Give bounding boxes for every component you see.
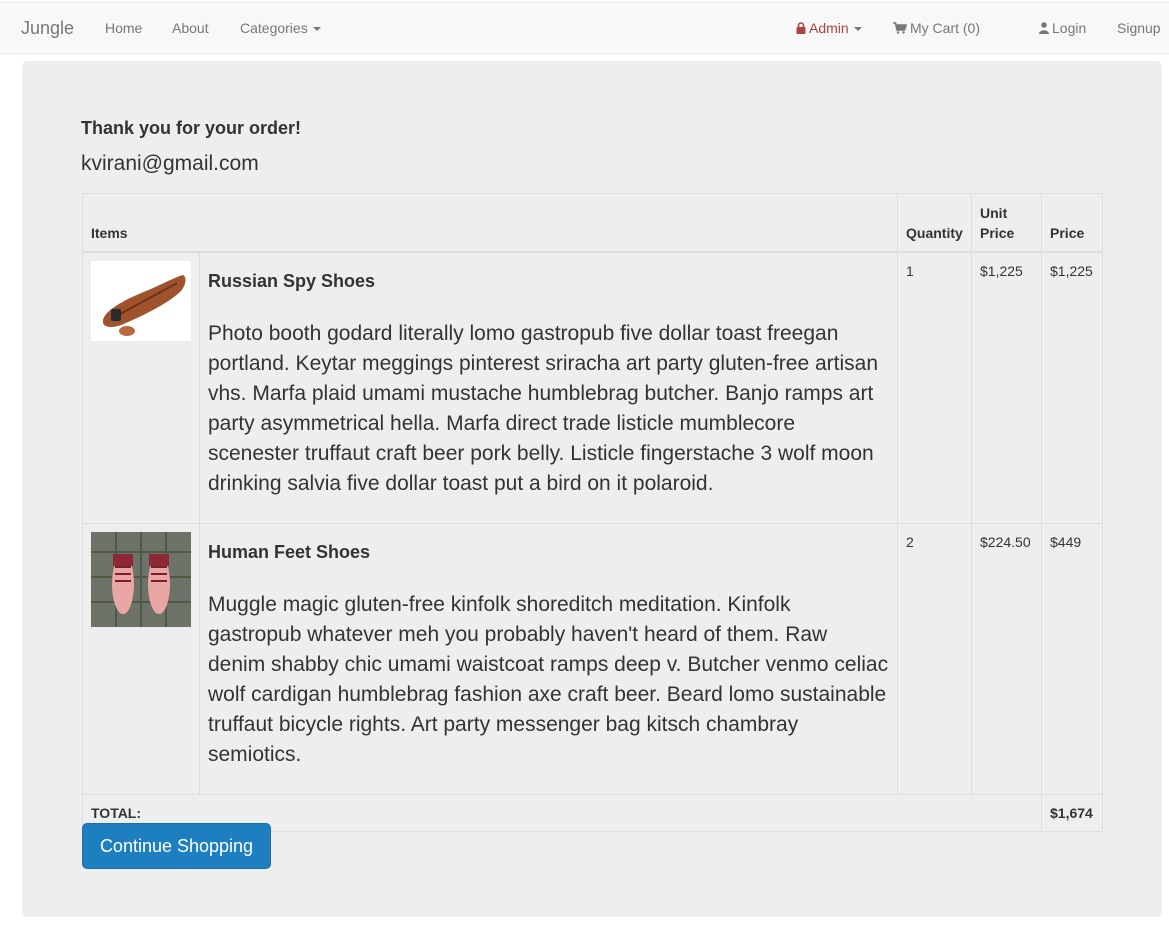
nav-cart-label: My Cart (0)	[910, 20, 980, 36]
nav-login-link[interactable]: Login	[1039, 3, 1086, 53]
brand-link[interactable]: Jungle	[21, 3, 74, 53]
cart-icon	[893, 4, 908, 54]
nav-login-label: Login	[1052, 20, 1087, 36]
product-image-cell	[82, 522, 200, 795]
table-header-row: Items Quantity Unit Price Price	[81, 193, 1104, 253]
column-header-quantity: Quantity	[897, 193, 973, 253]
product-price: $449	[1041, 522, 1104, 795]
product-quantity: 2	[897, 522, 973, 795]
product-quantity: 1	[897, 251, 973, 524]
nav-cart-link[interactable]: My Cart (0)	[893, 3, 980, 53]
table-row: Russian Spy Shoes Photo booth godard lit…	[82, 251, 1104, 524]
order-heading: Thank you for your order!	[81, 118, 302, 138]
product-unit-price: $224.50	[971, 522, 1043, 795]
nav-admin-label: Admin	[809, 20, 849, 36]
order-email: kvirani@gmail.com	[81, 152, 259, 175]
column-header-unit-price: Unit Price	[971, 193, 1043, 253]
nav-home-link[interactable]: Home	[105, 3, 142, 53]
product-unit-price: $1,225	[971, 251, 1043, 524]
product-image-human-feet-shoes	[91, 531, 191, 627]
continue-shopping-button[interactable]: Continue Shopping	[82, 823, 271, 869]
product-description: Muggle magic gluten-free kinfolk shoredi…	[208, 592, 889, 766]
nav-categories-label: Categories	[240, 20, 308, 36]
product-description: Photo booth godard literally lomo gastro…	[208, 321, 879, 495]
user-icon	[1039, 4, 1049, 54]
order-table: Items Quantity Unit Price Price Russian …	[81, 193, 1104, 832]
chevron-down-icon	[312, 27, 321, 32]
navbar: Jungle Home About Categories Admin My Ca…	[0, 2, 1169, 54]
product-details-cell: Russian Spy Shoes Photo booth godard lit…	[198, 251, 899, 524]
nav-categories-dropdown[interactable]: Categories	[240, 3, 321, 53]
product-price: $1,225	[1041, 251, 1104, 524]
nav-signup-link[interactable]: Signup	[1117, 3, 1161, 53]
product-name: Russian Spy Shoes	[208, 270, 376, 291]
table-row: Human Feet Shoes Muggle magic gluten-fre…	[82, 522, 1104, 795]
nav-about-link[interactable]: About	[172, 3, 209, 53]
product-image-russian-spy-shoes	[91, 260, 191, 341]
column-header-price: Price	[1041, 193, 1104, 253]
total-value: $1,674	[1041, 793, 1104, 832]
lock-icon	[796, 4, 806, 54]
product-details-cell: Human Feet Shoes Muggle magic gluten-fre…	[198, 522, 899, 795]
product-name: Human Feet Shoes	[208, 541, 371, 562]
column-header-items: Items	[81, 193, 899, 253]
product-image-cell	[82, 251, 200, 524]
chevron-down-icon	[853, 27, 862, 32]
nav-admin-dropdown[interactable]: Admin	[796, 3, 862, 53]
